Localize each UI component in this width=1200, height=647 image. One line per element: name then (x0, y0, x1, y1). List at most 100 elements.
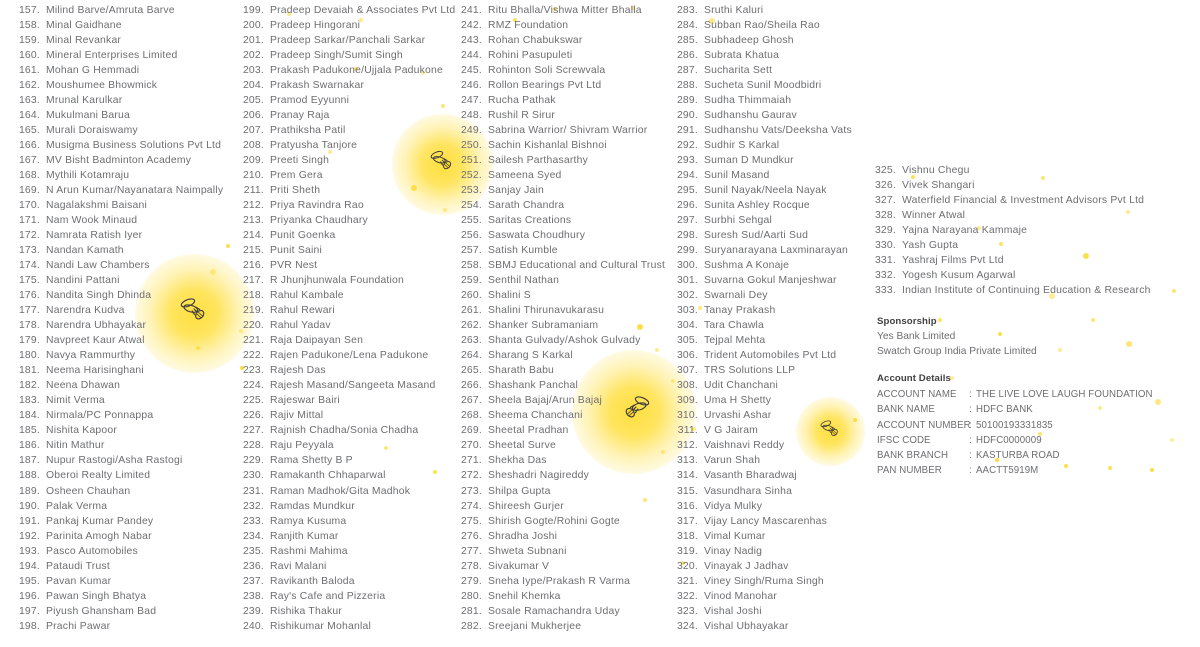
donor-name: Vinod Manohar (704, 589, 777, 604)
account-detail-separator: : (969, 433, 976, 448)
donor-name: Sunil Nayak/Neela Nayak (704, 183, 827, 198)
donor-list-item: 274. Shireesh Gurjer (456, 499, 665, 514)
donor-list-item: 251. Sailesh Parthasarthy (456, 153, 665, 168)
donor-name: Namrata Ratish Iyer (46, 228, 142, 243)
donor-list-item: 295. Sunil Nayak/Neela Nayak (672, 183, 852, 198)
donor-name: Senthil Nathan (488, 273, 559, 288)
donor-index: 325. (870, 163, 902, 178)
donor-list-item: 220. Rahul Yadav (238, 318, 455, 333)
donor-list-item: 298. Suresh Sud/Aarti Sud (672, 228, 852, 243)
account-details-heading: Account Details (877, 372, 1187, 386)
donor-index: 315. (672, 484, 704, 499)
donor-index: 247. (456, 93, 488, 108)
donor-name: Raja Daipayan Sen (270, 333, 363, 348)
donor-index: 226. (238, 408, 270, 423)
donor-index: 282. (456, 619, 488, 634)
donor-index: 213. (238, 213, 270, 228)
donor-list-item: 310. Urvashi Ashar (672, 408, 852, 423)
donor-list-item: 261. Shalini Thirunavukarasu (456, 303, 665, 318)
donor-index: 174. (14, 258, 46, 273)
donor-index: 258. (456, 258, 488, 273)
donor-list-item: 286. Subrata Khatua (672, 48, 852, 63)
donor-index: 267. (456, 393, 488, 408)
donor-list-item: 209. Preeti Singh (238, 153, 455, 168)
donor-list-item: 312. Vaishnavi Reddy (672, 438, 852, 453)
donor-index: 215. (238, 243, 270, 258)
donor-name: Rushil R Sirur (488, 108, 555, 123)
donor-name: Shalini Thirunavukarasu (488, 303, 604, 318)
donor-index: 162. (14, 78, 46, 93)
donor-name: Indian Institute of Continuing Education… (902, 283, 1151, 298)
donor-index: 259. (456, 273, 488, 288)
donor-name: Rajesh Das (270, 363, 326, 378)
donor-index: 330. (870, 238, 902, 253)
donor-name: Nupur Rastogi/Asha Rastogi (46, 453, 183, 468)
donor-list-item: 241. Ritu Bhalla/Vishwa Mitter Bhalla (456, 3, 665, 18)
donor-name: Suvarna Gokul Manjeshwar (704, 273, 837, 288)
donor-index: 312. (672, 438, 704, 453)
donor-list-item: 236. Ravi Malani (238, 559, 455, 574)
donor-list-item: 240. Rishikumar Mohanlal (238, 619, 455, 634)
donor-name: Sreejani Mukherjee (488, 619, 581, 634)
donor-list-item: 324. Vishal Ubhayakar (672, 619, 852, 634)
donor-name: SBMJ Educational and Cultural Trust (488, 258, 665, 273)
donor-list-item: 329. Yajna Narayana Kammaje (870, 223, 1151, 238)
donor-list-item: 316. Vidya Mulky (672, 499, 852, 514)
donor-list-item: 280. Snehil Khemka (456, 589, 665, 604)
donor-name: V G Jairam (704, 423, 758, 438)
donor-list-item: 257. Satish Kumble (456, 243, 665, 258)
donor-name: Rahul Rewari (270, 303, 335, 318)
donor-name: Shanta Gulvady/Ashok Gulvady (488, 333, 641, 348)
donor-index: 157. (14, 3, 46, 18)
donor-name: Milind Barve/Amruta Barve (46, 3, 175, 18)
donor-name: Shradha Joshi (488, 529, 557, 544)
donor-list-item: 242. RMZ Foundation (456, 18, 665, 33)
donor-index: 270. (456, 438, 488, 453)
donor-index: 283. (672, 3, 704, 18)
donor-name: Nishita Kapoor (46, 423, 117, 438)
donor-list-item: 248. Rushil R Sirur (456, 108, 665, 123)
donor-name: Sheshadri Nagireddy (488, 468, 589, 483)
donor-index: 324. (672, 619, 704, 634)
donor-index: 239. (238, 604, 270, 619)
donor-index: 229. (238, 453, 270, 468)
donor-name: Pratyusha Tanjore (270, 138, 357, 153)
donor-name: Oberoi Realty Limited (46, 468, 150, 483)
donor-index: 332. (870, 268, 902, 283)
donor-index: 255. (456, 213, 488, 228)
donor-name: Rishika Thakur (270, 604, 342, 619)
donor-list-item: 169. N Arun Kumar/Nayanatara Naimpally (14, 183, 223, 198)
donor-list-item: 283. Sruthi Kaluri (672, 3, 852, 18)
donor-index: 180. (14, 348, 46, 363)
donor-name: Moushumee Bhowmick (46, 78, 157, 93)
account-detail-value: KASTURBA ROAD (976, 448, 1060, 463)
donor-index: 286. (672, 48, 704, 63)
donor-index: 228. (238, 438, 270, 453)
donor-name: Waterfield Financial & Investment Adviso… (902, 193, 1144, 208)
donor-name: Rajesh Masand/Sangeeta Masand (270, 378, 435, 393)
donor-list-item: 323. Vishal Joshi (672, 604, 852, 619)
donor-index: 186. (14, 438, 46, 453)
account-detail-label: ACCOUNT NUMBER (877, 418, 969, 433)
donor-name: Rohini Pasupuleti (488, 48, 572, 63)
donor-list-item: 269. Sheetal Pradhan (456, 423, 665, 438)
donor-name: Pramod Eyyunni (270, 93, 349, 108)
donor-list-item: 173. Nandan Kamath (14, 243, 223, 258)
donor-name: Mukulmani Barua (46, 108, 130, 123)
donor-index: 264. (456, 348, 488, 363)
donor-list-item: 217. R Jhunjhunwala Foundation (238, 273, 455, 288)
donor-name: Shalini S (488, 288, 531, 303)
donor-list-item: 224. Rajesh Masand/Sangeeta Masand (238, 378, 455, 393)
donor-index: 260. (456, 288, 488, 303)
donor-index: 200. (238, 18, 270, 33)
donor-list-item: 301. Suvarna Gokul Manjeshwar (672, 273, 852, 288)
donor-list-item: 194. Pataudi Trust (14, 559, 223, 574)
donor-column-col-1: 157. Milind Barve/Amruta Barve 158. Minal G… (14, 3, 223, 634)
donor-name: Rahul Kambale (270, 288, 344, 303)
donor-list-item: 288. Sucheta Sunil Moodbidri (672, 78, 852, 93)
donor-name: Ray's Cafe and Pizzeria (270, 589, 385, 604)
donor-index: 185. (14, 423, 46, 438)
donor-name: Vishnu Chegu (902, 163, 970, 178)
donor-index: 203. (238, 63, 270, 78)
donor-name: Uma H Shetty (704, 393, 771, 408)
